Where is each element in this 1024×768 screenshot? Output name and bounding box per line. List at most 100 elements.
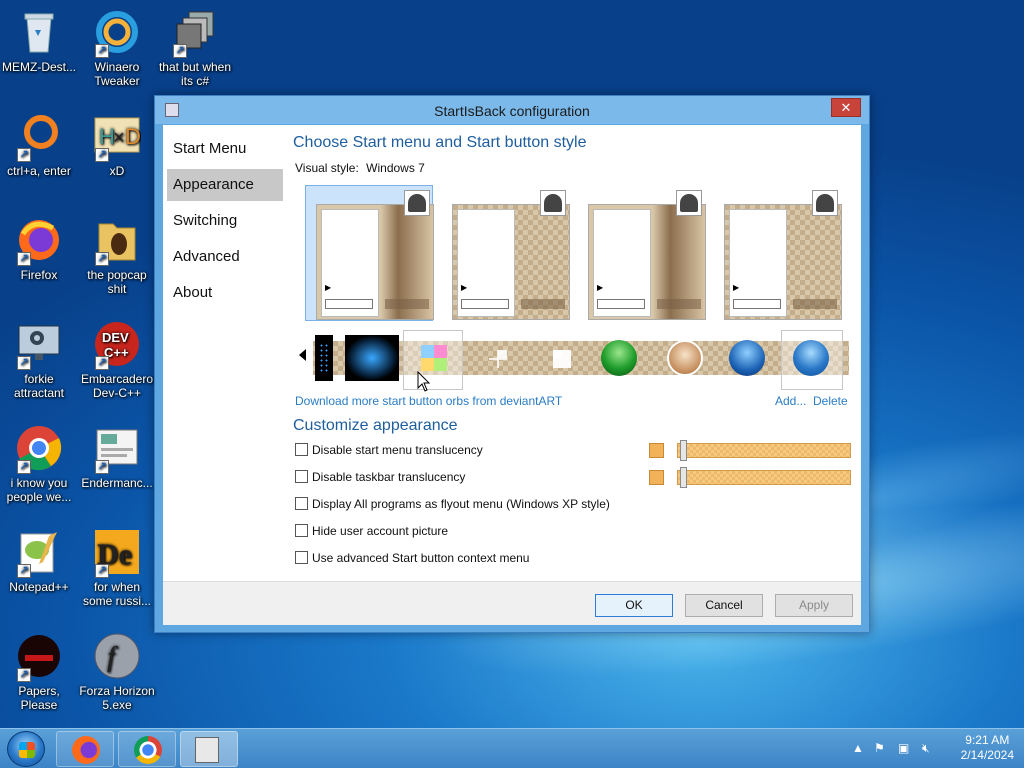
recycle-bin-icon [15, 8, 63, 56]
papers-please-icon: ↗ [15, 632, 63, 682]
shortcut-arrow-icon: ↗ [95, 148, 109, 162]
orb-blue-glow[interactable] [345, 335, 399, 381]
cancel-button[interactable]: Cancel [685, 594, 763, 617]
orb-colorful-windows[interactable] [421, 345, 447, 371]
desktop-icon-firefox[interactable]: ↗ Firefox [0, 216, 78, 282]
clock-time: 9:21 AM [965, 733, 1010, 747]
slider-thumb[interactable] [680, 467, 687, 488]
checkbox-label: Disable start menu translucency [312, 443, 483, 457]
desktop-icon-devcpp[interactable]: DEV C++ ↗ Embarcadero Dev-C++ [78, 320, 156, 400]
checkbox-flyout-all-programs[interactable]: Display All programs as flyout menu (Win… [295, 497, 610, 513]
action-center-flag-icon[interactable]: ⚑ [874, 741, 885, 755]
checkbox[interactable] [295, 497, 308, 510]
desktop-icon-label: that but when its c# [158, 60, 232, 88]
orb-dots-black[interactable] [315, 335, 333, 381]
notepadpp-icon: ↗ [15, 528, 63, 578]
visual-style-row: Visual style: Windows 7 [295, 161, 425, 175]
checkbox[interactable] [295, 470, 308, 483]
section-title-style: Choose Start menu and Start button style [293, 134, 587, 151]
desktop-icon-forkie[interactable]: ↗ forkie attractant [0, 320, 78, 400]
desktop-icon-that-but-when[interactable]: ↗ that but when its c# [156, 8, 234, 88]
checkbox-hide-user-picture[interactable]: Hide user account picture [295, 524, 448, 540]
checkbox-label: Display All programs as flyout menu (Win… [312, 497, 610, 511]
desktop-icon-label: MEMZ-Dest... [2, 60, 76, 74]
section-title-customize: Customize appearance [293, 417, 458, 434]
nav-item-advanced[interactable]: Advanced [167, 241, 283, 273]
desktop-icon-label: Notepad++ [9, 580, 69, 594]
checkbox-label: Hide user account picture [312, 524, 449, 538]
desktop-icon-popcap[interactable]: ↗ the popcap shit [78, 216, 156, 296]
desktop-icon-enderman[interactable]: ↗ Endermanc... [78, 424, 156, 490]
style-preview-2[interactable]: ▶ [441, 185, 570, 321]
visual-style-value[interactable]: Windows 7 [366, 161, 425, 175]
network-icon[interactable]: ▣ [898, 741, 909, 755]
checkbox[interactable] [295, 551, 308, 564]
orb-shamrock[interactable] [601, 340, 637, 376]
checkbox-advanced-context-menu[interactable]: Use advanced Start button context menu [295, 551, 529, 567]
desktop-icon-notepadpp[interactable]: ↗ Notepad++ [0, 528, 78, 594]
nav-item-appearance[interactable]: Appearance [167, 169, 283, 201]
shortcut-arrow-icon: ↗ [95, 460, 109, 474]
show-hidden-icons-icon[interactable]: ▲ [852, 741, 864, 755]
window-titlebar[interactable]: StartIsBack configuration ✕ [155, 96, 869, 124]
delete-orb-link[interactable]: Delete [813, 394, 848, 408]
nav-item-start-menu[interactable]: Start Menu [167, 133, 283, 165]
desktop-icon-de[interactable]: De ↗ for when some russi... [78, 528, 156, 608]
orb-win8-white[interactable] [489, 350, 507, 368]
orb-xp-white[interactable] [667, 340, 703, 376]
firefox-icon [72, 736, 100, 764]
style-preview-image: ▶ [588, 204, 706, 320]
style-preview-image: ▶ [316, 204, 434, 320]
checkbox-disable-start-menu-translucency[interactable]: Disable start menu translucency [295, 443, 483, 459]
checkbox-disable-taskbar-translucency[interactable]: Disable taskbar translucency [295, 470, 465, 486]
desktop-icon-forza[interactable]: f Forza Horizon 5.exe [78, 632, 156, 712]
desktop-icon-label: Firefox [20, 268, 58, 282]
clock[interactable]: 9:21 AM 2/14/2024 [961, 733, 1014, 763]
slider-thumb[interactable] [680, 440, 687, 461]
app-window-icon [195, 737, 219, 763]
style-preview-1[interactable]: ▶ [305, 185, 434, 321]
orb-win7-blue[interactable] [729, 340, 765, 376]
svg-text:×: × [113, 127, 125, 149]
scroll-left-icon[interactable] [299, 349, 306, 361]
svg-text:D: D [125, 124, 141, 149]
checkbox-label: Disable taskbar translucency [312, 470, 466, 484]
desktop-icon-label: for when some russi... [82, 580, 151, 608]
taskbar-firefox[interactable] [56, 731, 114, 767]
close-button[interactable]: ✕ [831, 98, 861, 117]
windows-logo-icon [553, 350, 571, 368]
nav-item-switching[interactable]: Switching [167, 205, 283, 237]
taskbar-startisback[interactable] [180, 731, 238, 767]
checkbox[interactable] [295, 524, 308, 537]
taskbar-chrome[interactable] [118, 731, 176, 767]
shortcut-arrow-icon: ↗ [95, 44, 109, 58]
taskbar-color-swatch[interactable] [649, 470, 664, 485]
style-preview-4[interactable]: ▶ [713, 185, 842, 321]
orb-win7-default[interactable] [793, 340, 829, 376]
desktop-icon-xd[interactable]: H × D ↗ xD [78, 112, 156, 178]
desktop-icon-ctrl-a-enter[interactable]: ↗ ctrl+a, enter [0, 112, 78, 178]
ok-button[interactable]: OK [595, 594, 673, 617]
desktop-icon-recycle-bin[interactable]: MEMZ-Dest... [0, 8, 78, 74]
hxd-icon: H × D ↗ [93, 112, 141, 162]
shortcut-arrow-icon: ↗ [17, 668, 31, 682]
volume-muted-icon[interactable]: 🔇︎ [922, 741, 930, 756]
folder-icon: ↗ [93, 216, 141, 266]
desktop-icon-chrome-shortcut[interactable]: ↗ i know you people we... [0, 424, 78, 504]
desktop-icon-winaero[interactable]: ↗ Winaero Tweaker [78, 8, 156, 88]
download-orbs-link[interactable]: Download more start button orbs from dev… [295, 394, 562, 408]
shortcut-arrow-icon: ↗ [17, 148, 31, 162]
nav-item-about[interactable]: About [167, 277, 283, 309]
add-orb-link[interactable]: Add... [775, 394, 806, 408]
start-button[interactable] [7, 731, 45, 767]
desktop-icon-label: Winaero Tweaker [94, 60, 140, 88]
start-menu-color-swatch[interactable] [649, 443, 664, 458]
style-preview-3[interactable]: ▶ [577, 185, 706, 321]
taskbar-opacity-slider[interactable] [677, 467, 851, 488]
start-menu-opacity-slider[interactable] [677, 440, 851, 461]
checkbox[interactable] [295, 443, 308, 456]
shortcut-arrow-icon: ↗ [17, 460, 31, 474]
window-title: StartIsBack configuration [434, 103, 590, 119]
apply-button[interactable]: Apply [775, 594, 853, 617]
desktop-icon-papers-please[interactable]: ↗ Papers, Please [0, 632, 78, 712]
